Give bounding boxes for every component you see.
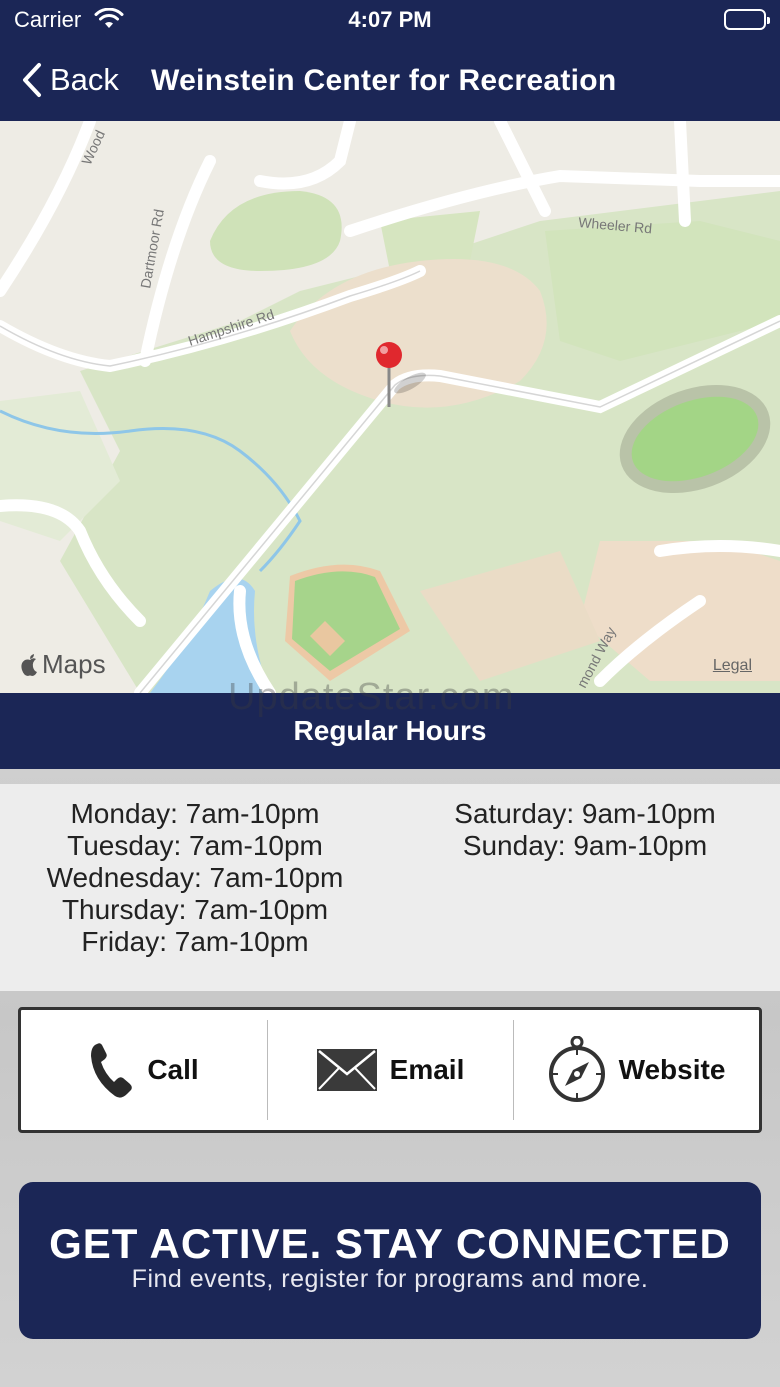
envelope-icon [316,1049,377,1091]
email-button[interactable]: Email [267,1010,513,1130]
hours-panel: Monday: 7am-10pm Tuesday: 7am-10pm Wedne… [0,784,780,991]
hours-weekend: Saturday: 9am-10pm Sunday: 9am-10pm [390,798,780,862]
map-pin-icon[interactable] [374,341,404,411]
hours-header: Regular Hours [0,693,780,769]
contact-bar: Call Email Website [18,1007,762,1133]
legal-link[interactable]: Legal [713,657,752,675]
phone-icon [91,1043,133,1098]
map-view[interactable]: Wood Dartmoor Rd Hampshire Rd Wheeler Rd… [0,121,780,693]
back-button[interactable]: Back [22,58,119,102]
clock: 4:07 PM [348,7,432,32]
hours-line: Wednesday: 7am-10pm [46,862,344,893]
maps-attribution: Maps [20,649,106,680]
hours-line: Saturday: 9am-10pm [454,798,716,829]
hours-line: Monday: 7am-10pm [70,798,320,829]
get-active-banner[interactable]: GET ACTIVE. STAY CONNECTED Find events, … [19,1182,761,1339]
hours-line: Tuesday: 7am-10pm [67,830,323,861]
hours-line: Sunday: 9am-10pm [462,830,708,861]
maps-label: Maps [42,649,106,679]
website-button[interactable]: Website [513,1010,759,1130]
status-bar: Carrier 4:07 PM [0,0,780,40]
banner-subline: Find events, register for programs and m… [131,1265,649,1293]
website-label: Website [618,1054,726,1085]
chevron-left-icon [23,63,41,97]
back-label: Back [50,62,119,97]
battery-icon [724,9,770,30]
apple-logo-icon [20,653,40,677]
email-label: Email [389,1054,465,1085]
banner-headline: GET ACTIVE. STAY CONNECTED [49,1220,731,1267]
call-button[interactable]: Call [21,1010,267,1130]
compass-icon [548,1036,605,1102]
hours-weekdays: Monday: 7am-10pm Tuesday: 7am-10pm Wedne… [0,798,390,958]
top-bar: Carrier 4:07 PM Back Weinstein Center fo… [0,0,780,121]
navigation-bar: Back Weinstein Center for Recreation [0,50,780,110]
call-label: Call [147,1054,199,1085]
page-title: Weinstein Center for Recreation [151,64,617,97]
hours-line: Thursday: 7am-10pm [61,894,329,925]
hours-line: Friday: 7am-10pm [81,926,309,957]
